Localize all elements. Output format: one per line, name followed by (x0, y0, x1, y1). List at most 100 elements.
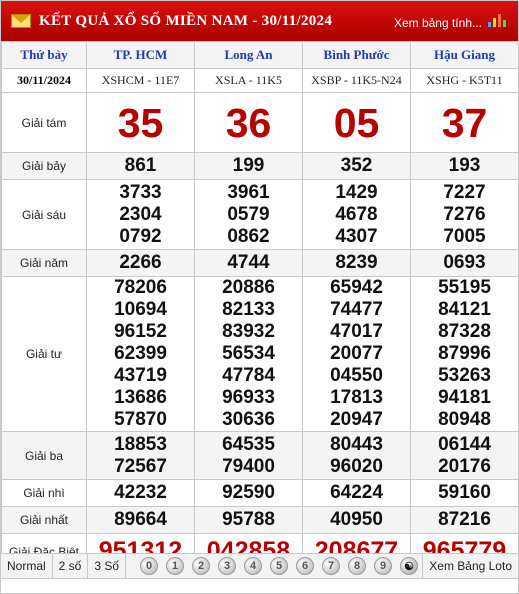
mode-normal-button[interactable]: Normal (1, 553, 53, 579)
prize-cell: 89664 (86, 506, 195, 534)
prize-number: 62399 (114, 343, 167, 364)
prize-number: 17813 (330, 387, 383, 408)
prize-number: 20077 (330, 343, 383, 364)
prize-number: 0693 (443, 252, 486, 273)
prize-number: 78206 (114, 277, 167, 298)
prize-cell: 18853 72567 (86, 431, 195, 480)
yin-yang-icon[interactable]: ☯ (400, 557, 419, 575)
prize-number: 36 (225, 99, 272, 146)
results-title: KẾT QUẢ XỔ SỐ MIỀN NAM - 30/11/2024 (39, 12, 333, 29)
prize-number: 861 (124, 155, 157, 176)
province-name-longan[interactable]: Long An (194, 41, 303, 69)
view-loto-link[interactable]: Xem Bảng Loto (422, 553, 518, 579)
prize-number: 3961 (227, 181, 270, 203)
prize-cell: 199 (194, 152, 303, 180)
prize-label: Giải ba (1, 431, 87, 480)
prize-cell: 2266 (86, 249, 195, 277)
province-name-hcm[interactable]: TP. HCM (86, 41, 195, 69)
digit-ball-button[interactable]: 2 (192, 557, 211, 575)
prize-number: 05 (333, 99, 380, 146)
prize-number: 83932 (222, 321, 275, 342)
prize-number: 84121 (438, 299, 491, 320)
prize-number: 80948 (438, 409, 491, 430)
digit-ball-button[interactable]: 5 (270, 557, 289, 575)
prize-cell: 65942 74477 47017 20077 04550 17813 20947 (302, 276, 411, 432)
prize-cell: 40950 (302, 506, 411, 534)
prize-cell: 20886 82133 83932 56534 47784 96933 30636 (194, 276, 303, 432)
mode-3digit-button[interactable]: 3 Số (88, 553, 127, 579)
prize-cell: 4744 (194, 249, 303, 277)
prize-row: Giải nhất 89664 95788 40950 87216 (1, 506, 519, 534)
prize-number: 57870 (114, 409, 167, 430)
prize-cell: 92590 (194, 479, 303, 507)
prize-number: 193 (448, 155, 481, 176)
prize-number: 2304 (119, 203, 162, 225)
digit-ball-button[interactable]: 1 (166, 557, 185, 575)
prize-number: 2266 (119, 252, 162, 273)
digit-ball-button[interactable]: 0 (140, 557, 159, 575)
prize-cell: 87216 (410, 506, 519, 534)
prize-row: Giải năm 2266 4744 8239 0693 (1, 249, 519, 277)
digit-ball-button[interactable]: 9 (374, 557, 393, 575)
prize-number: 42232 (114, 482, 167, 503)
prize-number: 40950 (330, 509, 383, 530)
prize-cell: 8239 (302, 249, 411, 277)
prize-number: 7227 (443, 181, 486, 203)
prize-number: 43719 (114, 365, 167, 386)
prize-label: Giải tư (1, 276, 87, 432)
prize-number: 59160 (438, 482, 491, 503)
prize-cell: 37 (410, 92, 519, 153)
view-table-link[interactable]: Xem bảng tính... (394, 16, 482, 30)
bar-chart-icon[interactable] (488, 13, 506, 27)
digit-ball-button[interactable]: 4 (244, 557, 263, 575)
prize-cell: 78206 10694 96152 62399 43719 13686 57870 (86, 276, 195, 432)
prize-row: Giải tư 78206 10694 96152 62399 43719 13686 578… (1, 276, 519, 432)
prize-number: 1429 (335, 181, 378, 203)
ticket-code: XSLA - 11K5 (194, 68, 303, 93)
prize-number: 64535 (222, 433, 275, 455)
prize-cell: 3961 0579 0862 (194, 179, 303, 250)
prize-cell: 861 (86, 152, 195, 180)
ticket-code: XSHCM - 11E7 (86, 68, 195, 93)
prize-number: 53263 (438, 365, 491, 386)
prize-cell: 95788 (194, 506, 303, 534)
digit-ball-button[interactable]: 3 (218, 557, 237, 575)
prize-number: 199 (232, 155, 265, 176)
ticket-code: XSHG - K5T11 (410, 68, 519, 93)
prize-row: Giải bảy 861 199 352 193 (1, 152, 519, 180)
digit-ball-button[interactable]: 7 (322, 557, 341, 575)
prize-cell: 3733 2304 0792 (86, 179, 195, 250)
prize-number: 3733 (119, 181, 162, 203)
prize-row: Giải sáu 3733 2304 0792 3961 0579 0862 1429 4678… (1, 179, 519, 250)
prize-number: 47017 (330, 321, 383, 342)
prize-number: 94181 (438, 387, 491, 408)
prize-number: 20176 (438, 455, 491, 477)
prize-number: 95788 (222, 509, 275, 530)
prize-number: 04550 (330, 365, 383, 386)
province-name-binhphuoc[interactable]: Bình Phước (302, 41, 411, 69)
prize-number: 89664 (114, 509, 167, 530)
prize-number: 06144 (438, 433, 491, 455)
prize-number: 64224 (330, 482, 383, 503)
prize-number: 37 (441, 99, 488, 146)
prize-label: Giải nhì (1, 479, 87, 507)
digit-ball-button[interactable]: 6 (296, 557, 315, 575)
ticket-code: XSBP - 11K5-N24 (302, 68, 411, 93)
prize-number: 4678 (335, 203, 378, 225)
mode-2digit-button[interactable]: 2 số (53, 553, 89, 579)
prize-cell: 0693 (410, 249, 519, 277)
prize-cell: 35 (86, 92, 195, 153)
prize-number: 352 (340, 155, 373, 176)
prize-label: Giải nhất (1, 506, 87, 534)
prize-number: 8239 (335, 252, 378, 273)
prize-cell: 352 (302, 152, 411, 180)
prize-cell: 64224 (302, 479, 411, 507)
prize-number: 87216 (438, 509, 491, 530)
prize-number: 20947 (330, 409, 383, 430)
prize-number: 92590 (222, 482, 275, 503)
prize-row: Giải tám 35 36 05 37 (1, 92, 519, 153)
digit-ball-button[interactable]: 8 (348, 557, 367, 575)
province-name-haugiang[interactable]: Hậu Giang (410, 41, 519, 69)
prize-number: 82133 (222, 299, 275, 320)
prize-number: 0579 (227, 203, 270, 225)
